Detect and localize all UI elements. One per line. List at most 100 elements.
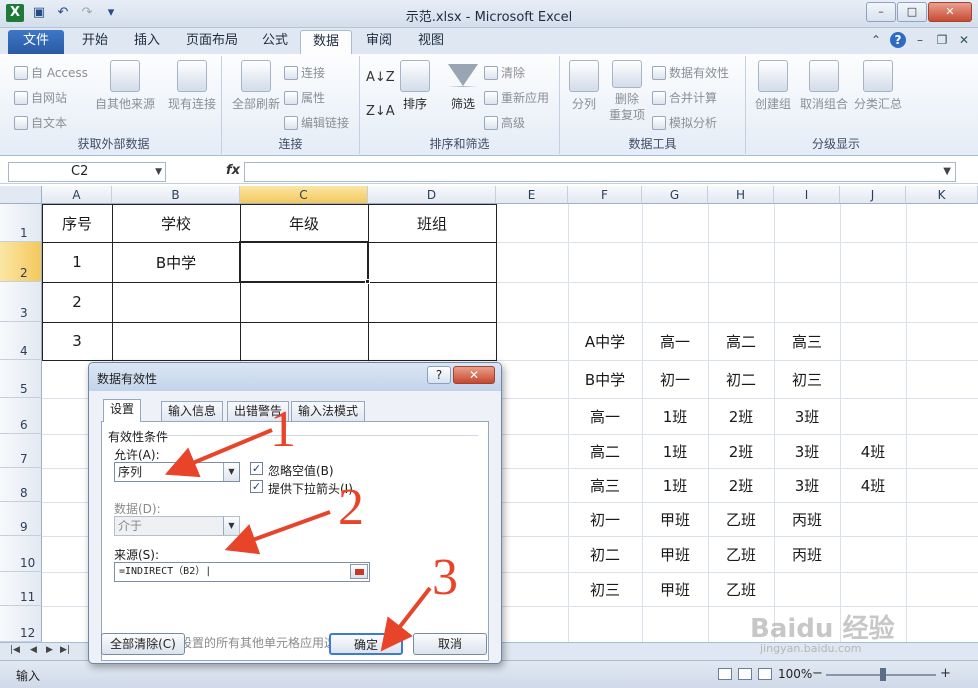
row-header[interactable]: 3 (0, 282, 42, 322)
dialog-close-button[interactable]: ✕ (453, 366, 495, 384)
lookup-cell[interactable]: 高三 (774, 322, 840, 360)
reapply-button[interactable]: 重新应用 (484, 89, 549, 106)
ignore-blank-checkbox[interactable]: ✓ (250, 462, 263, 475)
column-header[interactable]: E (496, 186, 568, 204)
table-header-cell[interactable]: 年级 (240, 204, 368, 242)
lookup-cell[interactable]: 初一 (568, 502, 642, 536)
table-header-cell[interactable]: 学校 (112, 204, 240, 242)
lookup-cell[interactable]: 初二 (568, 536, 642, 572)
connections-button[interactable]: 连接 (284, 64, 325, 81)
lookup-cell[interactable]: 乙班 (708, 502, 774, 536)
lookup-cell[interactable]: 初三 (568, 572, 642, 606)
lookup-cell[interactable]: 甲班 (642, 536, 708, 572)
tab-file[interactable]: 文件 (8, 30, 64, 54)
table-cell[interactable] (112, 322, 240, 360)
source-input[interactable]: =INDIRECT（B2）| (114, 562, 370, 582)
column-header[interactable]: I (774, 186, 840, 204)
remove-duplicates-button[interactable]: 删除 重复项 (604, 60, 650, 123)
tab-page-layout[interactable]: 页面布局 (174, 30, 250, 54)
tab-view[interactable]: 视图 (406, 30, 456, 54)
from-other-sources-button[interactable]: 自其他来源 (92, 60, 158, 112)
table-cell[interactable]: 3 (42, 322, 112, 360)
what-if-analysis-button[interactable]: 模拟分析 (652, 114, 717, 131)
table-cell[interactable]: 1 (42, 242, 112, 282)
table-cell[interactable] (240, 282, 368, 322)
column-header[interactable]: C (240, 186, 368, 204)
refresh-all-button[interactable]: 全部刷新 (228, 60, 284, 112)
lookup-cell[interactable]: 2班 (708, 434, 774, 468)
text-to-columns-button[interactable]: 分列 (562, 60, 606, 112)
lookup-cell[interactable]: 甲班 (642, 572, 708, 606)
active-cell-c2[interactable] (239, 241, 369, 283)
sort-button[interactable]: 排序 (392, 60, 438, 112)
cancel-button[interactable]: 取消 (413, 633, 487, 655)
lookup-cell[interactable]: 初三 (774, 360, 840, 398)
next-sheet-icon[interactable]: ▶ (46, 645, 53, 655)
table-cell[interactable] (368, 242, 496, 282)
data-validation-button[interactable]: 数据有效性 (652, 64, 729, 81)
lookup-cell[interactable]: 高一 (568, 398, 642, 434)
minimize-button[interactable]: – (866, 2, 896, 22)
window-minimize-icon[interactable]: – (912, 32, 928, 48)
tab-data[interactable]: 数据 (300, 30, 353, 54)
lookup-cell[interactable]: 2班 (708, 468, 774, 502)
maximize-button[interactable]: □ (897, 2, 927, 22)
prev-sheet-icon[interactable]: ◀ (30, 645, 37, 655)
lookup-cell[interactable]: 3班 (774, 434, 840, 468)
lookup-cell[interactable]: 初一 (642, 360, 708, 398)
last-sheet-icon[interactable]: ▶| (60, 645, 70, 655)
table-cell[interactable] (368, 322, 496, 360)
lookup-cell[interactable]: 丙班 (774, 502, 840, 536)
tab-settings[interactable]: 设置 (103, 399, 142, 422)
zoom-out-icon[interactable]: − (812, 666, 823, 681)
table-cell[interactable]: B中学 (112, 242, 240, 282)
subtotal-button[interactable]: 分类汇总 (850, 60, 906, 112)
from-text-button[interactable]: 自文本 (14, 114, 67, 131)
lookup-cell[interactable]: A中学 (568, 322, 642, 360)
minimize-ribbon-icon[interactable]: ⌃ (868, 32, 884, 48)
column-header[interactable]: F (568, 186, 642, 204)
sort-desc-icon[interactable]: Z↓A (366, 104, 395, 119)
lookup-cell[interactable]: B中学 (568, 360, 642, 398)
row-header[interactable]: 7 (0, 434, 42, 468)
lookup-cell[interactable]: 1班 (642, 434, 708, 468)
existing-connections-button[interactable]: 现有连接 (164, 60, 220, 112)
column-header[interactable]: K (906, 186, 978, 204)
row-header[interactable]: 9 (0, 502, 42, 536)
tab-ime-mode[interactable]: 输入法模式 (291, 401, 366, 421)
lookup-cell[interactable]: 高二 (568, 434, 642, 468)
table-cell[interactable]: 2 (42, 282, 112, 322)
clear-all-button[interactable]: 全部清除(C) (101, 633, 185, 655)
row-header[interactable]: 6 (0, 398, 42, 434)
zoom-level[interactable]: 100% (778, 667, 812, 681)
lookup-cell[interactable]: 2班 (708, 398, 774, 434)
lookup-cell[interactable]: 3班 (774, 468, 840, 502)
row-header[interactable]: 2 (0, 242, 42, 282)
row-header[interactable]: 1 (0, 204, 42, 242)
lookup-cell[interactable]: 4班 (840, 468, 906, 502)
lookup-cell[interactable]: 3班 (774, 398, 840, 434)
name-box[interactable]: C2 ▼ (8, 162, 166, 182)
column-header[interactable]: A (42, 186, 112, 204)
dropdown-checkbox[interactable]: ✓ (250, 480, 263, 493)
fx-icon[interactable]: fx (226, 163, 240, 178)
lookup-cell[interactable]: 初二 (708, 360, 774, 398)
consolidate-button[interactable]: 合并计算 (652, 89, 717, 106)
lookup-cell[interactable]: 高一 (642, 322, 708, 360)
expand-formula-icon[interactable]: ▼ (943, 166, 951, 177)
lookup-cell[interactable]: 甲班 (642, 502, 708, 536)
tab-input-message[interactable]: 输入信息 (161, 401, 224, 421)
row-header[interactable]: 12 (0, 606, 42, 642)
lookup-cell[interactable]: 乙班 (708, 572, 774, 606)
fill-handle[interactable] (365, 279, 370, 284)
lookup-cell[interactable]: 乙班 (708, 536, 774, 572)
tab-review[interactable]: 审阅 (354, 30, 404, 54)
chevron-down-icon[interactable]: ▼ (223, 463, 239, 481)
zoom-in-icon[interactable]: + (940, 666, 951, 681)
row-header[interactable]: 5 (0, 360, 42, 398)
from-web-button[interactable]: 自网站 (14, 89, 67, 106)
from-access-button[interactable]: 自 Access (14, 64, 88, 81)
table-cell[interactable] (368, 282, 496, 322)
filter-button[interactable]: 筛选 (440, 60, 486, 112)
page-break-view-icon[interactable] (758, 668, 772, 680)
